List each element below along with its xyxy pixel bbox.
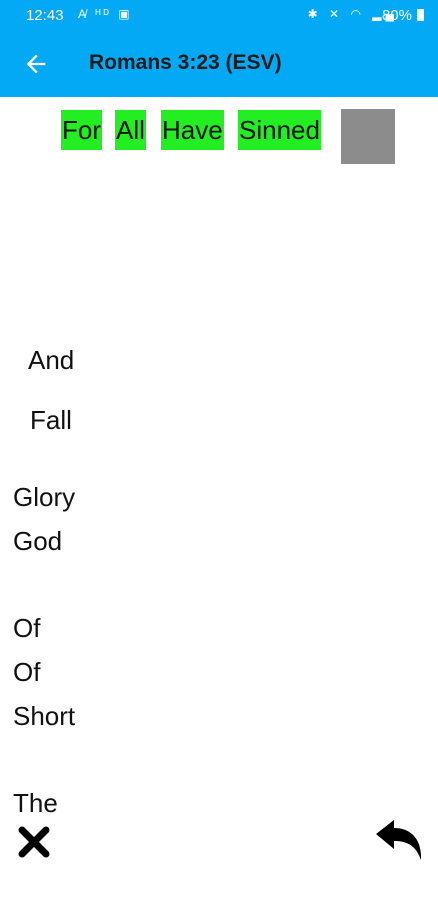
image-icon: ▣ — [118, 7, 133, 21]
mute-icon: ✕ — [329, 7, 344, 21]
font-size-icon: A̸ — [78, 7, 90, 21]
word-option[interactable]: God — [13, 526, 62, 557]
selected-word-chip[interactable]: For — [61, 110, 102, 150]
word-option[interactable]: Fall — [30, 405, 72, 436]
close-button[interactable] — [16, 824, 52, 860]
undo-icon — [376, 820, 422, 860]
page-title: Romans 3:23 (ESV) — [89, 51, 282, 74]
battery-icon — [417, 9, 424, 21]
battery-percent: 80% — [381, 7, 412, 24]
word-option[interactable]: Of — [13, 657, 40, 688]
selected-word-chip[interactable]: All — [115, 110, 146, 150]
arrow-left-icon — [26, 54, 46, 74]
status-bar: 12:43 A̸ ᴴᴰ ▣ ✱ ✕ ◠ ▂▄ 80% — [0, 0, 438, 32]
app-bar: Romans 3:23 (ESV) — [0, 32, 438, 97]
wifi-icon: ◠ — [350, 7, 365, 21]
word-option[interactable]: Short — [13, 701, 75, 732]
word-option[interactable]: The — [13, 788, 58, 819]
selected-word-chip[interactable]: Have — [161, 110, 224, 150]
next-word-placeholder[interactable] — [341, 109, 395, 164]
close-icon — [18, 826, 50, 858]
back-button[interactable] — [22, 50, 50, 78]
hd-icon: ᴴᴰ — [95, 7, 112, 21]
word-option[interactable]: And — [28, 345, 74, 376]
undo-button[interactable] — [374, 818, 424, 862]
word-option[interactable]: Of — [13, 613, 40, 644]
word-option[interactable]: Glory — [13, 482, 75, 513]
selected-word-chip[interactable]: Sinned — [238, 110, 321, 150]
bluetooth-icon: ✱ — [307, 7, 322, 21]
status-time: 12:43 — [26, 7, 64, 24]
status-left-icons: A̸ ᴴᴰ ▣ — [78, 7, 133, 21]
